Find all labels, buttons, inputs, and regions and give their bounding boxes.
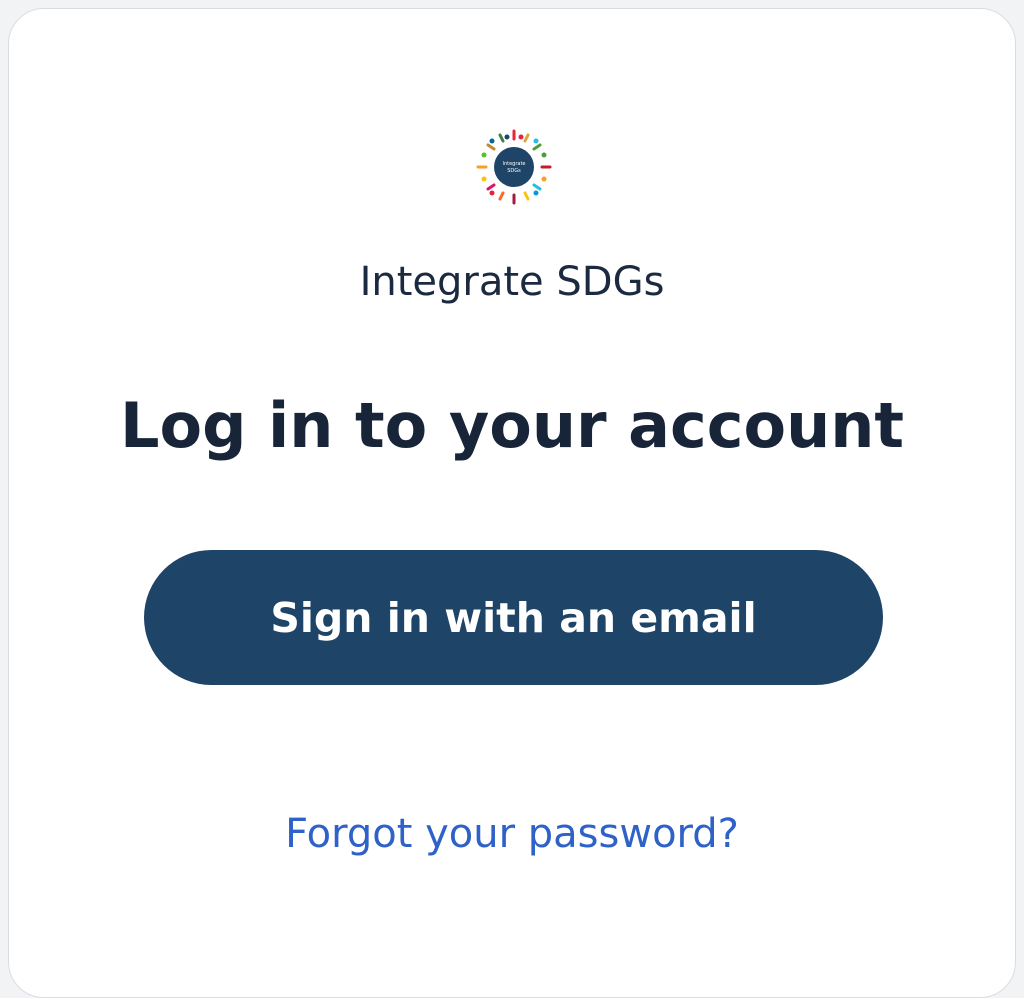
forgot-password-link[interactable]: Forgot your password? <box>9 811 1015 857</box>
brand-name: Integrate SDGs <box>359 259 665 305</box>
logo-center <box>494 147 534 187</box>
page-title: Log in to your account <box>119 389 905 462</box>
sdg-wheel-icon: Integrate SDGs <box>476 129 552 205</box>
login-card: Integrate SDGs Integrate SDGs Log in to … <box>8 8 1016 998</box>
logo-text-line1: Integrate <box>502 161 525 167</box>
sign-in-email-button[interactable]: Sign in with an email <box>144 550 883 685</box>
logo-text-line2: SDGs <box>507 168 521 174</box>
